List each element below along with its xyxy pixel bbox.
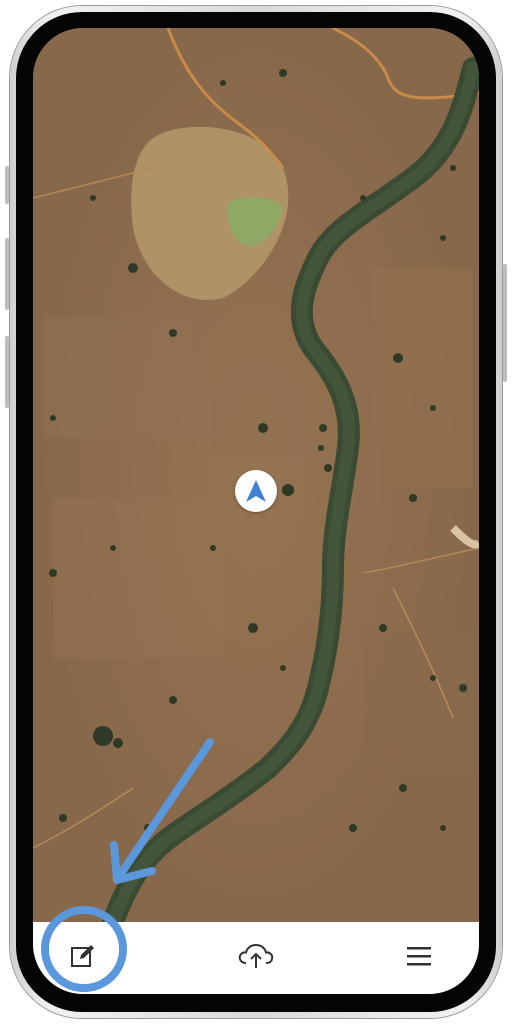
current-location-marker[interactable] [235, 470, 277, 512]
volume-up-button [5, 238, 9, 310]
edit-note-icon [71, 945, 94, 967]
field-patch [213, 318, 303, 458]
power-button [503, 264, 507, 382]
bottom-nav-bar [33, 922, 479, 994]
field-patch [53, 498, 223, 658]
field-patch [363, 628, 473, 778]
menu-button[interactable] [395, 932, 443, 980]
mute-switch [5, 166, 9, 204]
edit-button[interactable] [59, 932, 107, 980]
cloud-upload-icon [238, 943, 274, 968]
navigation-arrow-icon [246, 480, 266, 502]
hamburger-menu-icon [407, 947, 431, 966]
screen [33, 28, 479, 994]
volume-down-button [5, 336, 9, 408]
field-patch [373, 268, 473, 488]
upload-button[interactable] [232, 932, 280, 980]
